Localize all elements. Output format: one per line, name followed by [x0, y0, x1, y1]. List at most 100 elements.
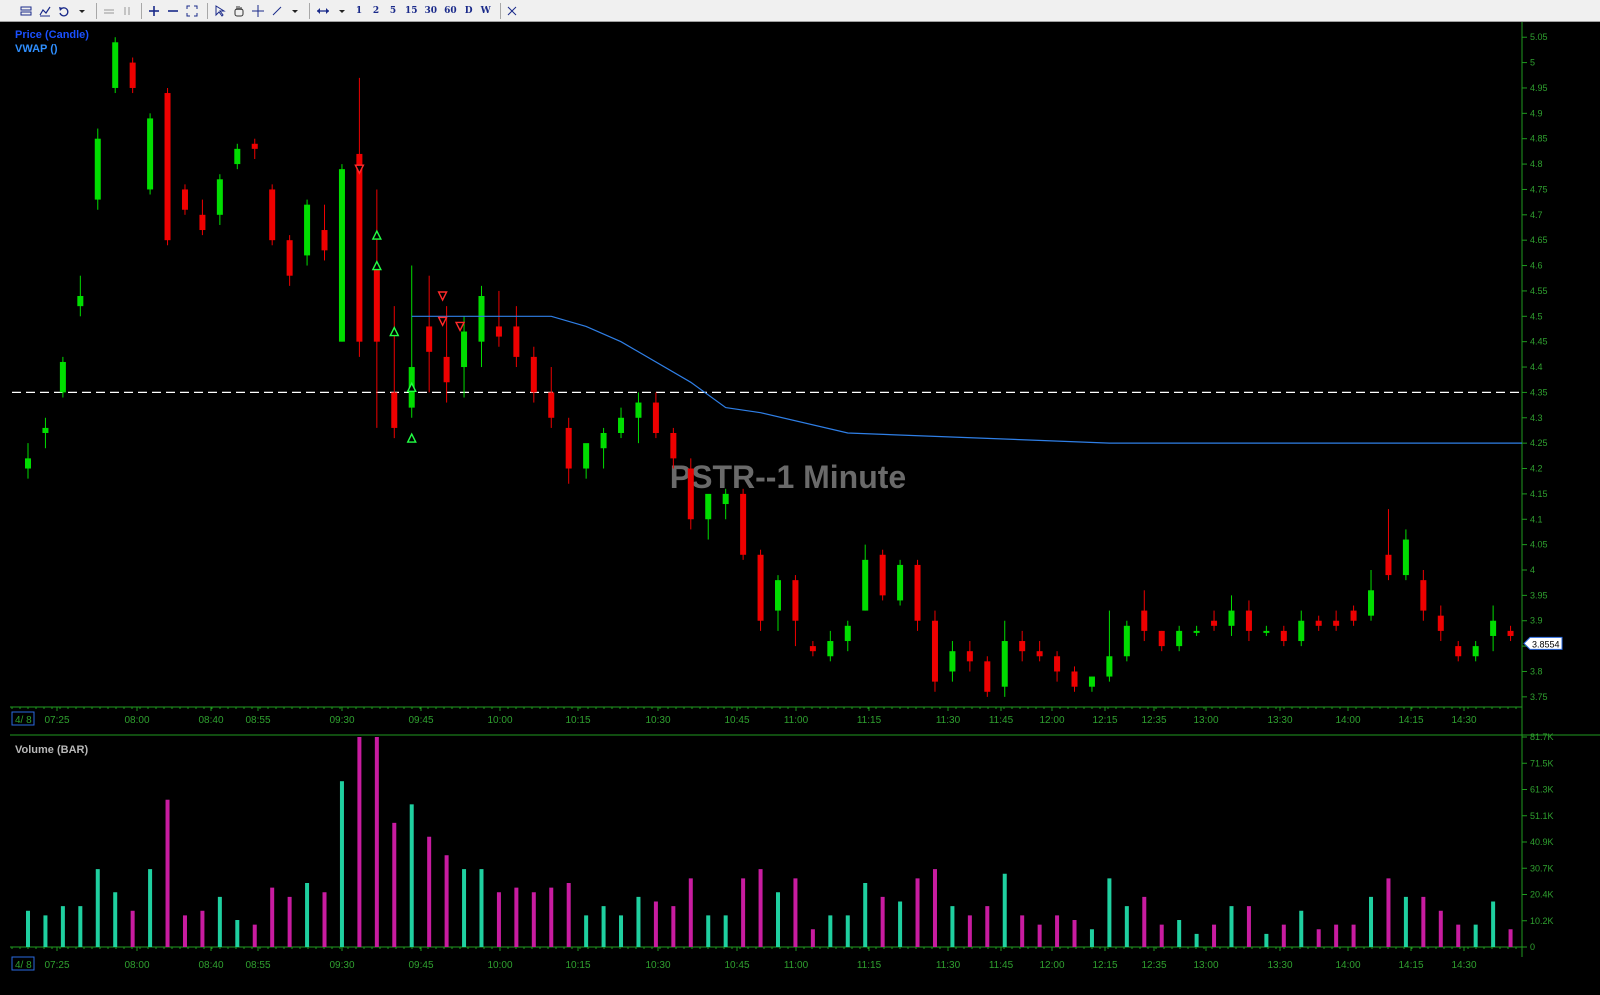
interval-2-button[interactable]: 2: [369, 2, 383, 20]
vwap-legend[interactable]: VWAP (): [15, 43, 58, 55]
interval-15-button[interactable]: 15: [403, 2, 420, 20]
volume-bar[interactable]: [165, 799, 170, 947]
volume-bar[interactable]: [863, 882, 868, 947]
candle-body[interactable]: [722, 493, 729, 505]
candle-body[interactable]: [25, 458, 31, 469]
zoom-out-icon[interactable]: [165, 2, 181, 20]
volume-bar[interactable]: [845, 915, 850, 947]
candle-body[interactable]: [1193, 630, 1200, 633]
fit-icon[interactable]: [184, 2, 200, 20]
candle-body[interactable]: [321, 230, 328, 251]
candle-body[interactable]: [530, 356, 537, 393]
chart-style-icon[interactable]: [18, 2, 34, 20]
volume-bar[interactable]: [1491, 901, 1496, 947]
candle-body[interactable]: [844, 625, 851, 642]
volume-bar[interactable]: [479, 869, 484, 947]
volume-bar[interactable]: [200, 910, 205, 947]
candle-body[interactable]: [740, 493, 747, 555]
volume-bar[interactable]: [374, 737, 379, 947]
candle-body[interactable]: [216, 179, 223, 215]
volume-bar[interactable]: [671, 906, 676, 947]
candle-body[interactable]: [59, 361, 66, 393]
volume-bar[interactable]: [1369, 896, 1374, 947]
candle-body[interactable]: [687, 468, 694, 520]
candle-body[interactable]: [1176, 630, 1183, 647]
volume-bar[interactable]: [1334, 924, 1339, 947]
candle-body[interactable]: [495, 326, 502, 337]
volume-bar[interactable]: [531, 892, 536, 947]
candle-body[interactable]: [1054, 656, 1061, 672]
candle-body[interactable]: [147, 118, 154, 190]
trade-signal-marker[interactable]: [437, 291, 448, 302]
candle-body[interactable]: [304, 204, 311, 256]
candle-body[interactable]: [1385, 554, 1392, 576]
volume-bar[interactable]: [1438, 910, 1443, 947]
volume-bar[interactable]: [1473, 924, 1478, 947]
volume-bar[interactable]: [409, 804, 414, 947]
volume-bar[interactable]: [1107, 878, 1112, 947]
candle-body[interactable]: [984, 661, 991, 692]
volume-bar[interactable]: [584, 915, 589, 947]
candle-body[interactable]: [618, 417, 625, 433]
scroll-icon[interactable]: [314, 2, 332, 20]
candle-body[interactable]: [775, 580, 781, 611]
volume-bar[interactable]: [339, 781, 344, 947]
candle-body[interactable]: [129, 62, 136, 88]
candle-body[interactable]: [827, 641, 834, 657]
candle-body[interactable]: [1315, 620, 1322, 626]
volume-bar[interactable]: [915, 878, 920, 947]
volume-bar[interactable]: [1403, 896, 1408, 947]
volume-bar[interactable]: [444, 855, 449, 947]
volume-bar[interactable]: [26, 910, 30, 947]
candle-body[interactable]: [1106, 656, 1113, 677]
candle-body[interactable]: [1263, 630, 1270, 633]
candle-body[interactable]: [1472, 646, 1479, 657]
volume-bar[interactable]: [130, 910, 135, 947]
volume-bar[interactable]: [566, 882, 571, 947]
candle-body[interactable]: [112, 42, 119, 88]
candle-body[interactable]: [1228, 610, 1235, 626]
candle-body[interactable]: [199, 214, 206, 231]
candle-body[interactable]: [1280, 630, 1287, 642]
volume-bar[interactable]: [793, 878, 798, 947]
volume-bar[interactable]: [601, 906, 606, 947]
hand-icon[interactable]: [231, 2, 247, 20]
volume-bar[interactable]: [1508, 929, 1513, 947]
volume-bar[interactable]: [828, 915, 833, 947]
volume-bar[interactable]: [950, 906, 955, 947]
volume-bar[interactable]: [810, 929, 815, 947]
interval-1-button[interactable]: 1: [352, 2, 366, 20]
volume-bar[interactable]: [1142, 896, 1147, 947]
chart-canvas[interactable]: 5.05 5 4.95 4.9 4.85 4.8 4.75 4.7 4.65 4.6 4.55 4.5…: [0, 22, 1600, 995]
volume-bar[interactable]: [1055, 915, 1060, 947]
volume-bar[interactable]: [1281, 924, 1286, 947]
volume-bar[interactable]: [985, 906, 990, 947]
candle-body[interactable]: [1123, 625, 1130, 657]
candle-body[interactable]: [391, 392, 398, 428]
volume-bar[interactable]: [514, 887, 519, 947]
dropdown-arrow-icon[interactable]: [288, 2, 302, 20]
volume-bar[interactable]: [357, 737, 362, 947]
volume-bar[interactable]: [182, 915, 187, 947]
candle-body[interactable]: [426, 326, 433, 352]
interval-d-button[interactable]: D: [462, 2, 476, 20]
candle-body[interactable]: [1071, 671, 1078, 687]
candle-body[interactable]: [1019, 641, 1026, 652]
candle-body[interactable]: [757, 554, 764, 621]
volume-bar[interactable]: [1159, 924, 1164, 947]
candle-body[interactable]: [1350, 610, 1357, 621]
candle-body[interactable]: [1333, 620, 1340, 626]
candle-body[interactable]: [879, 554, 886, 596]
indicators-icon[interactable]: [37, 2, 53, 20]
candle-body[interactable]: [94, 138, 101, 200]
volume-bar[interactable]: [706, 915, 711, 947]
volume-legend[interactable]: Volume (BAR): [15, 744, 88, 756]
trade-signal-marker[interactable]: [406, 432, 417, 443]
candle-body[interactable]: [1158, 630, 1165, 647]
interval-5-button[interactable]: 5: [386, 2, 400, 20]
volume-bar[interactable]: [78, 906, 83, 947]
volume-bar[interactable]: [43, 915, 48, 947]
volume-bar[interactable]: [252, 924, 257, 947]
candle-body[interactable]: [356, 153, 363, 342]
volume-bar[interactable]: [1246, 906, 1251, 947]
